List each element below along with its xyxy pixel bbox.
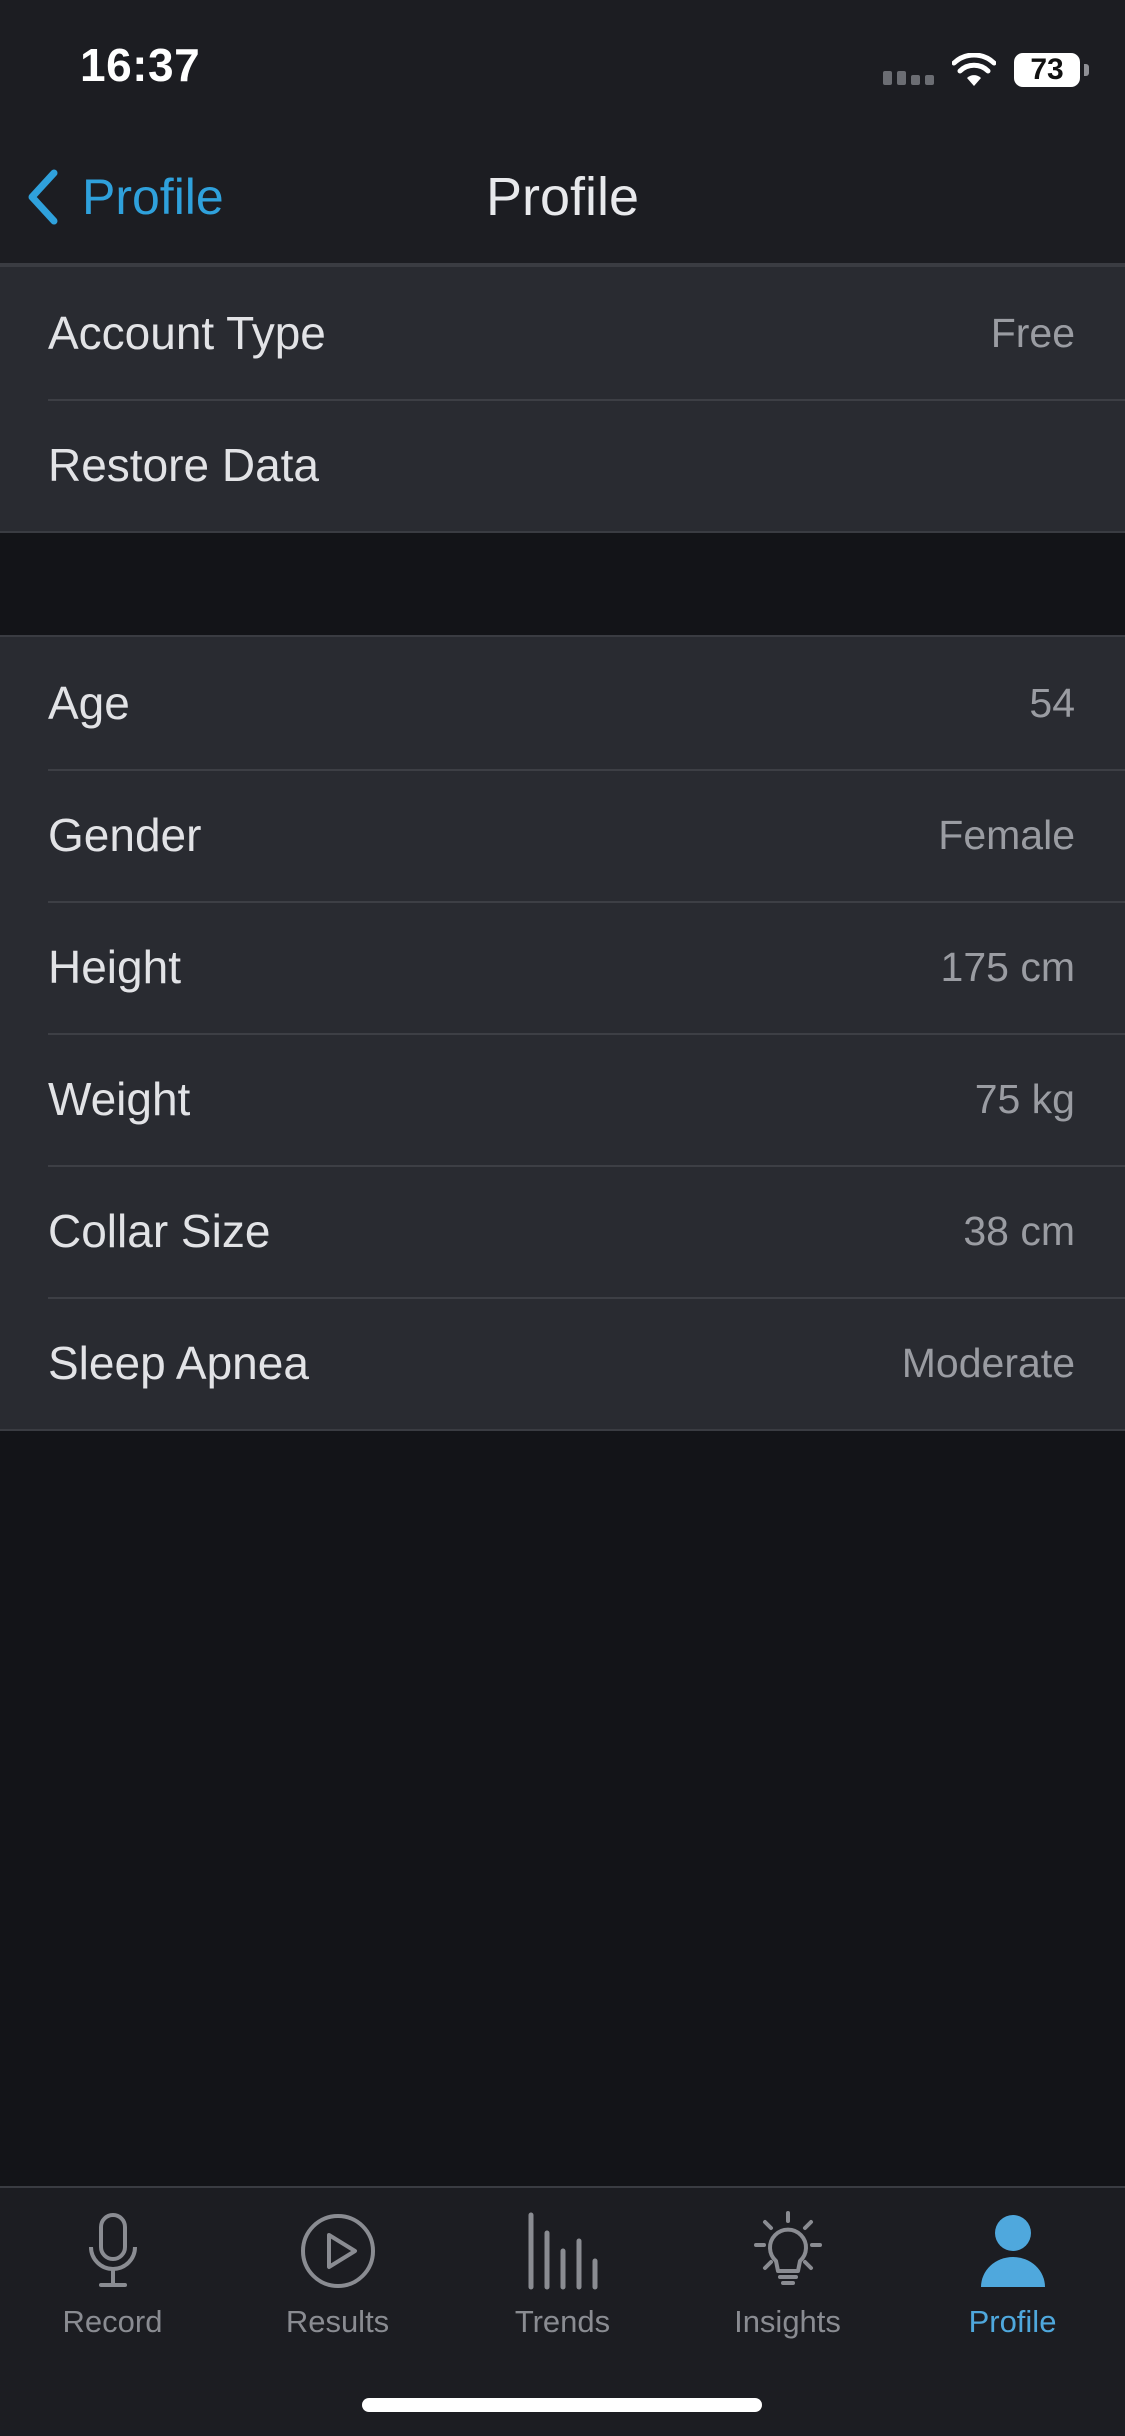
row-value: 38 cm xyxy=(963,1207,1075,1254)
tab-record[interactable]: Record xyxy=(0,2188,225,2358)
row-label: Height xyxy=(48,941,181,993)
tab-profile[interactable]: Profile xyxy=(900,2188,1125,2358)
height-row[interactable]: Height 175 cm xyxy=(0,901,1125,1033)
row-label: Sleep Apnea xyxy=(48,1337,309,1389)
status-indicators: 73 xyxy=(883,50,1089,90)
row-value: Moderate xyxy=(901,1339,1075,1386)
tab-list: Record Results Trends Insights Profile xyxy=(0,2188,1125,2358)
profile-screen: 16:37 73 Profile Profile Account Type Fr… xyxy=(0,0,1125,2436)
tab-trends[interactable]: Trends xyxy=(450,2188,675,2358)
bar-trends-icon xyxy=(523,2206,603,2296)
battery-icon: 73 xyxy=(1014,53,1089,87)
tab-bar: Record Results Trends Insights Profile xyxy=(0,2186,1125,2436)
age-row[interactable]: Age 54 xyxy=(0,637,1125,769)
row-value: 54 xyxy=(1029,679,1075,726)
sleep-apnea-row[interactable]: Sleep Apnea Moderate xyxy=(0,1297,1125,1429)
tab-label: Insights xyxy=(734,2304,841,2339)
row-label: Age xyxy=(48,677,130,729)
weight-row[interactable]: Weight 75 kg xyxy=(0,1033,1125,1165)
wifi-icon xyxy=(952,53,996,87)
row-label: Weight xyxy=(48,1073,191,1125)
lightbulb-icon xyxy=(748,2206,828,2296)
tab-label: Profile xyxy=(968,2304,1057,2339)
account-type-row[interactable]: Account Type Free xyxy=(0,267,1125,399)
collar-size-row[interactable]: Collar Size 38 cm xyxy=(0,1165,1125,1297)
row-label: Restore Data xyxy=(48,439,320,491)
row-value: 75 kg xyxy=(974,1075,1075,1122)
row-label: Collar Size xyxy=(48,1205,271,1257)
restore-data-row[interactable]: Restore Data xyxy=(0,399,1125,531)
row-value: 175 cm xyxy=(940,943,1075,990)
row-label: Account Type xyxy=(48,307,326,359)
account-section: Account Type Free Restore Data xyxy=(0,265,1125,533)
gender-row[interactable]: Gender Female xyxy=(0,769,1125,901)
tab-label: Trends xyxy=(514,2304,611,2339)
person-icon xyxy=(973,2206,1053,2296)
tab-label: Results xyxy=(285,2304,390,2339)
navigation-bar: Profile Profile xyxy=(0,150,1125,245)
cellular-signal-icon xyxy=(883,55,934,85)
tab-label: Record xyxy=(62,2304,163,2339)
status-time: 16:37 xyxy=(80,39,201,91)
home-indicator[interactable] xyxy=(362,2398,762,2412)
row-value: Free xyxy=(990,309,1075,356)
microphone-icon xyxy=(83,2206,143,2296)
tab-results[interactable]: Results xyxy=(225,2188,450,2358)
battery-level: 73 xyxy=(1030,53,1064,86)
profile-details-section: Age 54 Gender Female Height 175 cm Weigh… xyxy=(0,635,1125,1431)
page-title: Profile xyxy=(485,167,640,227)
row-label: Gender xyxy=(48,809,202,861)
header: 16:37 73 Profile Profile xyxy=(0,0,1125,265)
play-circle-icon xyxy=(298,2206,378,2296)
row-value: Female xyxy=(938,811,1075,858)
status-bar: 16:37 73 xyxy=(0,0,1125,130)
tab-insights[interactable]: Insights xyxy=(675,2188,900,2358)
